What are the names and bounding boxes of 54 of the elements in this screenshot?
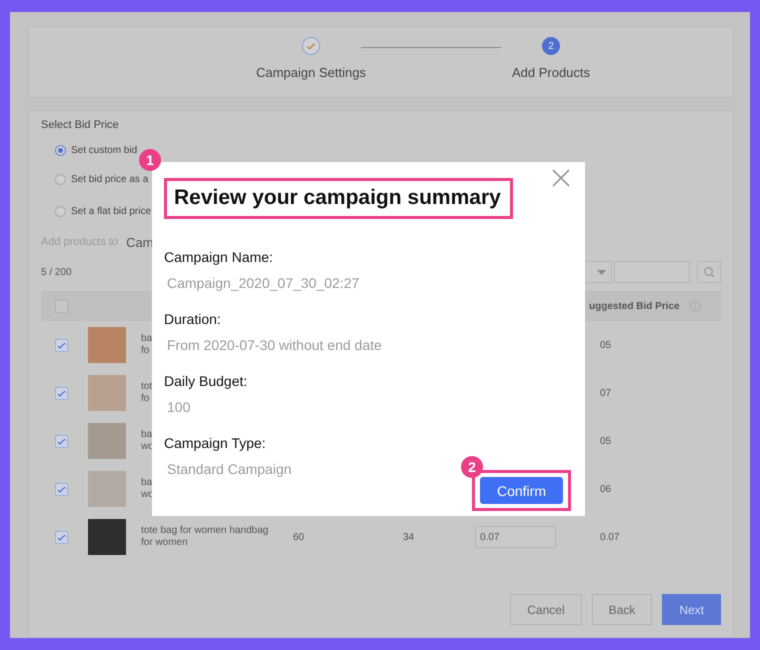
- field-label: Daily Budget:: [164, 372, 248, 391]
- check-icon: [56, 436, 66, 446]
- product-name: tot fo: [141, 381, 152, 405]
- field-value: Standard Campaign: [166, 460, 292, 479]
- field-label: Campaign Name:: [164, 248, 273, 267]
- table-cell-text: 05: [599, 436, 612, 446]
- close-icon: [551, 168, 571, 188]
- step-badge: 2: [461, 456, 483, 478]
- radio-label[interactable]: Set a flat bid price: [71, 206, 152, 216]
- field-value: 100: [166, 398, 190, 417]
- row-checkbox[interactable]: [54, 434, 68, 448]
- row-checkbox[interactable]: [54, 338, 68, 352]
- check-icon: [56, 484, 66, 494]
- dialog-title: Review your campaign summary: [174, 186, 501, 209]
- field-label: Campaign Type:: [164, 434, 266, 453]
- select-all-checkbox[interactable]: [54, 300, 68, 312]
- search-icon: [703, 266, 715, 278]
- field-value: From 2020-07-30 without end date: [166, 336, 382, 355]
- table-cell-text: 60: [292, 532, 306, 542]
- product-count: 5 / 200: [41, 266, 73, 278]
- secondary-button[interactable]: Cancel: [510, 594, 582, 625]
- table-cell-text: 06: [599, 484, 612, 494]
- next-button[interactable]: Next: [662, 594, 721, 625]
- table-cell-text: 34: [402, 532, 416, 542]
- radio-button[interactable]: [55, 206, 66, 216]
- radio-button[interactable]: [55, 144, 66, 156]
- field-label: Duration:: [164, 310, 221, 329]
- column-header: uggested Bid Price: [589, 300, 680, 312]
- step-number: 2: [542, 37, 560, 55]
- close-button[interactable]: [551, 168, 571, 188]
- search-button[interactable]: [697, 261, 721, 283]
- row-checkbox[interactable]: [54, 530, 68, 544]
- secondary-button[interactable]: Back: [592, 594, 652, 625]
- table-cell-text: 0.07: [599, 532, 620, 542]
- campaign-value: Cam: [126, 234, 154, 250]
- step-label: Add Products: [512, 65, 590, 80]
- row-checkbox[interactable]: [54, 386, 68, 400]
- caret-icon: [597, 270, 606, 274]
- product-name: tote bag for women handbag for women: [141, 525, 268, 549]
- radio-label[interactable]: Set custom bid: [71, 144, 138, 156]
- product-name: ba fo: [141, 333, 152, 357]
- row-checkbox[interactable]: [54, 482, 68, 496]
- table-cell-text: 05: [599, 340, 612, 350]
- radio-label[interactable]: Set bid price as a: [71, 174, 148, 184]
- bid-input[interactable]: 0.07: [475, 526, 556, 548]
- field-value: Campaign_2020_07_30_02:27: [166, 274, 360, 293]
- check-icon: [56, 388, 66, 398]
- radio-button[interactable]: [55, 174, 66, 184]
- section-title: Select Bid Price: [41, 119, 120, 131]
- step-label: Campaign Settings: [256, 65, 366, 80]
- check-icon: [56, 532, 66, 542]
- table-cell-text: 07: [599, 388, 612, 398]
- confirm-button[interactable]: Confirm: [480, 477, 563, 504]
- check-icon: [56, 340, 66, 350]
